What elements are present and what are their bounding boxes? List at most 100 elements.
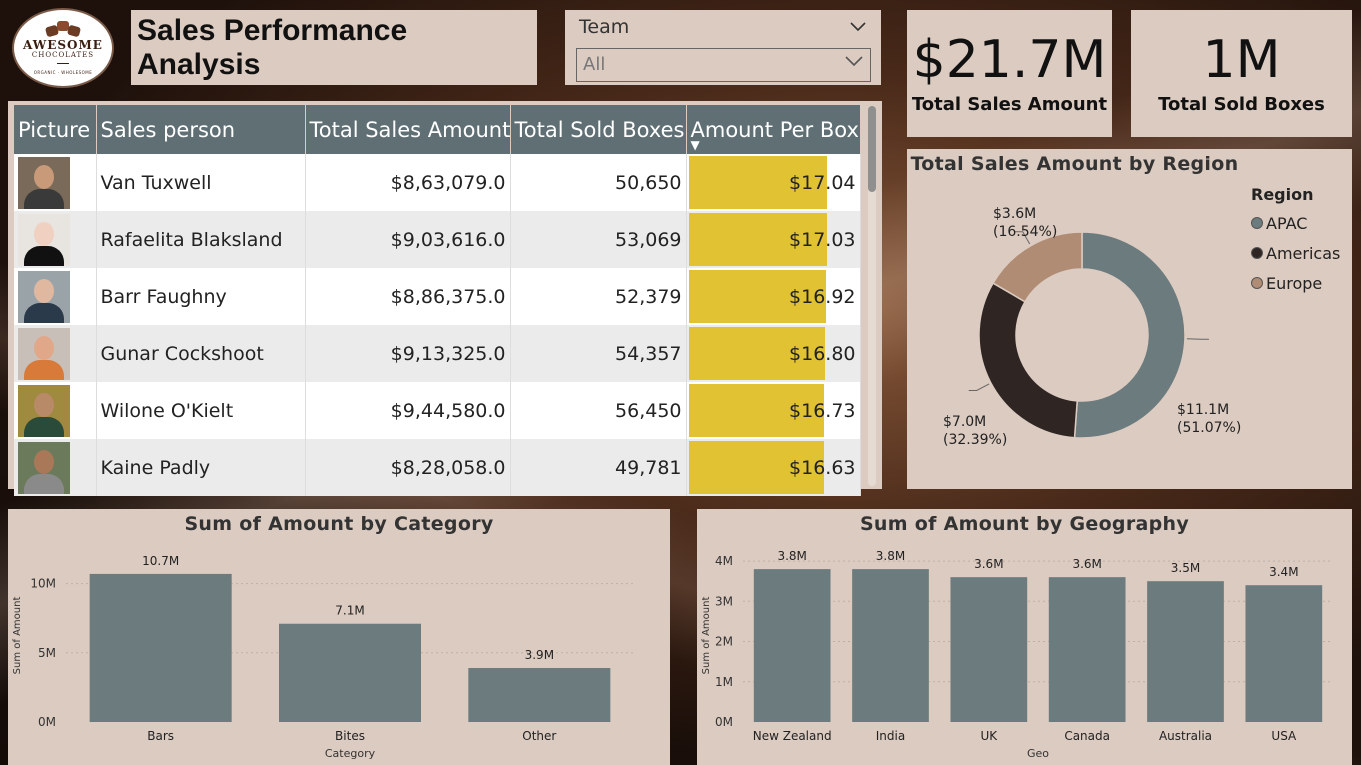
total-boxes-cell: 52,379 — [510, 268, 687, 325]
table-row[interactable]: Rafaelita Blaksland $9,03,616.0 53,069 $17.… — [14, 211, 861, 268]
x-axis-title: Geo — [1027, 747, 1049, 760]
table-scrollbar[interactable] — [868, 106, 876, 486]
picture-cell — [14, 154, 97, 211]
column-header-total-boxes[interactable]: Total Sold Boxes — [510, 105, 687, 154]
sales-person-cell: Rafaelita Blaksland — [96, 211, 306, 268]
collapse-chevron-icon[interactable] — [849, 18, 867, 37]
legend-item-europe[interactable]: Europe — [1251, 268, 1340, 298]
x-axis-title: Category — [325, 747, 376, 760]
legend-swatch — [1251, 217, 1263, 229]
bar-canada[interactable] — [1048, 577, 1126, 722]
table-row[interactable]: Van Tuxwell $8,63,079.0 50,650 $17.04 — [14, 154, 861, 211]
avatar — [18, 441, 70, 494]
chart-legend: Region APAC Americas Europe — [1251, 185, 1340, 298]
company-logo: AWESOME CHOCOLATES ORGANIC · WHOLESOME — [12, 8, 114, 88]
picture-cell — [14, 325, 97, 382]
logo-text-line2: CHOCOLATES — [31, 51, 95, 59]
bar-uk[interactable] — [950, 577, 1028, 722]
table-row[interactable]: Barr Faughny $8,86,375.0 52,379 $16.92 — [14, 268, 861, 325]
y-tick-label: 0M — [715, 715, 733, 729]
avatar — [18, 213, 70, 266]
legend-item-americas[interactable]: Americas — [1251, 238, 1340, 268]
y-tick-label: 2M — [715, 635, 733, 649]
chevron-down-icon — [844, 53, 864, 72]
legend-title: Region — [1251, 185, 1314, 204]
avatar — [18, 327, 70, 380]
bar-new-zealand[interactable] — [753, 569, 831, 722]
scrollbar-thumb[interactable] — [868, 106, 876, 192]
x-tick-label: Bars — [147, 729, 174, 743]
x-tick-label: Canada — [1064, 729, 1110, 743]
logo-divider — [57, 63, 69, 64]
slice-percent: (16.54%) — [993, 224, 1058, 240]
leader-line — [1186, 338, 1209, 340]
total-boxes-cell: 53,069 — [510, 211, 687, 268]
legend-item-apac[interactable]: APAC — [1251, 208, 1340, 238]
legend-label: Americas — [1266, 243, 1341, 263]
total-boxes-cell: 50,650 — [510, 154, 687, 211]
bar-data-label: 3.4M — [1269, 565, 1298, 579]
bar-usa[interactable] — [1245, 585, 1323, 722]
column-header-sales-person[interactable]: Sales person — [96, 105, 306, 154]
kpi-label: Total Sold Boxes — [1158, 94, 1325, 115]
sales-person-cell: Wilone O'Kielt — [96, 382, 306, 439]
bar-india[interactable] — [852, 569, 929, 722]
table-row[interactable]: Gunar Cockshoot $9,13,325.0 54,357 $16.80 — [14, 325, 861, 382]
bar-data-label: 7.1M — [335, 604, 364, 618]
y-tick-label: 10M — [30, 577, 56, 591]
x-tick-label: Other — [522, 729, 556, 743]
amount-per-box-cell: $16.73 — [686, 382, 861, 439]
geography-bar-chart: Sum of Amount by Geography 0M 1M 2M 3M 4M 3.8… — [697, 509, 1352, 765]
category-chart-svg: 0M 5M 10M 10.7M Bars 7.1M Bites 3.9M Other Catego… — [12, 554, 634, 760]
data-label-europe: $3.6M (16.54%) — [993, 205, 1057, 241]
y-tick-label: 0M — [38, 715, 56, 729]
legend-swatch — [1251, 247, 1263, 259]
kpi-total-boxes-card: 1M Total Sold Boxes — [1131, 10, 1352, 137]
bar-other[interactable] — [468, 668, 611, 722]
slice-percent: (32.39%) — [943, 432, 1008, 448]
total-sales-cell: $8,28,058.0 — [305, 439, 511, 496]
total-sales-cell: $8,86,375.0 — [305, 268, 511, 325]
bar-bites[interactable] — [279, 623, 421, 722]
bar-data-label: 10.7M — [142, 554, 179, 568]
bar-australia[interactable] — [1147, 581, 1224, 722]
x-tick-label: India — [876, 729, 905, 743]
table-row[interactable]: Kaine Padly $8,28,058.0 49,781 $16.63 — [14, 439, 861, 496]
donut-slice-europe[interactable] — [992, 231, 1083, 303]
kpi-total-sales-card: $21.7M Total Sales Amount — [907, 10, 1112, 137]
x-tick-label: Bites — [335, 729, 365, 743]
bar-data-label: 3.8M — [777, 549, 806, 563]
bar-bars[interactable] — [89, 573, 232, 722]
logo-text-line1: AWESOME — [23, 38, 103, 52]
y-axis-title: Sum of Amount — [701, 597, 712, 675]
dropdown-value: All — [583, 54, 606, 75]
bar-data-label: 3.6M — [974, 557, 1003, 571]
amount-per-box-cell: $16.92 — [686, 268, 861, 325]
data-label-americas: $7.0M (32.39%) — [943, 413, 1007, 449]
kpi-value: 1M — [1202, 30, 1281, 90]
column-header-amount-per-box[interactable]: Amount Per Box ▼ — [686, 105, 861, 154]
amount-per-box-value: $16.63 — [789, 456, 856, 479]
sales-person-cell: Gunar Cockshoot — [96, 325, 306, 382]
sales-person-table-panel: Picture Sales person Total Sales Amount … — [8, 101, 882, 496]
column-header-picture[interactable]: Picture — [14, 105, 97, 154]
amount-per-box-value: $16.92 — [789, 285, 856, 308]
slice-value: $7.0M — [943, 414, 987, 430]
table-row[interactable]: Wilone O'Kielt $9,44,580.0 56,450 $16.73 — [14, 382, 861, 439]
donut-slice-apac[interactable] — [1073, 231, 1186, 439]
total-boxes-cell: 49,781 — [510, 439, 687, 496]
y-tick-label: 4M — [715, 554, 733, 568]
amount-per-box-cell: $17.03 — [686, 211, 861, 268]
slice-value: $3.6M — [993, 206, 1037, 222]
x-tick-label: USA — [1271, 729, 1297, 743]
legend-swatch — [1251, 277, 1263, 289]
total-boxes-cell: 54,357 — [510, 325, 687, 382]
team-dropdown[interactable]: All — [576, 48, 871, 82]
bar-data-label: 3.6M — [1072, 557, 1101, 571]
column-header-total-sales[interactable]: Total Sales Amount — [305, 105, 511, 154]
amount-per-box-cell: $16.63 — [686, 439, 861, 496]
sales-person-cell: Barr Faughny — [96, 268, 306, 325]
legend-label: Europe — [1266, 273, 1323, 293]
avatar — [18, 270, 70, 323]
data-label-apac: $11.1M (51.07%) — [1177, 401, 1241, 437]
